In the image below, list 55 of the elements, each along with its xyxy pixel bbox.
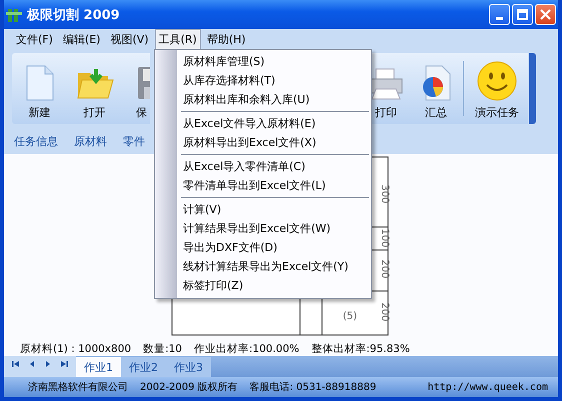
triangle-left-icon xyxy=(28,360,36,368)
document-icon xyxy=(24,65,54,102)
toolbar-button[interactable]: 汇总 xyxy=(411,53,461,124)
menu-item[interactable]: 帮助(H) xyxy=(202,29,250,50)
menu-entry[interactable]: 从库存选择材料(T) xyxy=(179,71,369,90)
menu-entry[interactable]: 计算(V) xyxy=(179,200,369,219)
app-icon xyxy=(6,6,22,23)
menu-entry[interactable]: 原材料导出到Excel文件(X) xyxy=(179,133,369,152)
chart-document-icon xyxy=(420,65,452,102)
toolbar-button[interactable]: 演示任务 xyxy=(466,53,528,124)
menu-entry[interactable]: 从Excel导入零件清单(C) xyxy=(179,157,369,176)
menu-entry[interactable]: 从Excel文件导入原材料(E) xyxy=(179,114,369,133)
skip-forward-icon xyxy=(60,360,68,368)
menu-entry[interactable]: 导出为DXF文件(D) xyxy=(179,238,369,257)
menu-entry[interactable]: 原材料库管理(S) xyxy=(179,52,369,71)
menu-item[interactable]: 编辑(E) xyxy=(58,29,104,50)
status-text: http://www.queek.com xyxy=(428,382,548,393)
close-button[interactable] xyxy=(535,4,556,26)
dimension-label: 200 xyxy=(379,302,390,322)
minimize-button[interactable] xyxy=(489,4,510,26)
part-label: (5) xyxy=(342,310,358,322)
menu-entry[interactable]: 标签打印(Z) xyxy=(179,276,369,295)
dimension-label: 200 xyxy=(379,259,390,278)
menu-item[interactable]: 视图(V) xyxy=(106,29,153,50)
skip-back-icon xyxy=(12,360,20,368)
toolbar-button[interactable]: 打开 xyxy=(67,53,122,124)
menu-item[interactable]: 工具(R) xyxy=(154,29,201,50)
window-title: 极限切割 2009 xyxy=(27,6,120,24)
menu-entry[interactable]: 原材料出库和余料入库(U) xyxy=(179,90,369,109)
triangle-right-icon xyxy=(44,360,52,368)
dimension-label: 100 xyxy=(379,228,390,248)
summary-text: 作业出材率:100.00% xyxy=(194,342,300,356)
dimension-label: 300 xyxy=(379,184,390,204)
sheet-tab[interactable]: 作业1 xyxy=(76,357,121,378)
menu-entry[interactable]: 零件清单导出到Excel文件(L) xyxy=(179,176,369,195)
menu-entry[interactable]: 计算结果导出到Excel文件(W) xyxy=(179,219,369,238)
status-text: 2002-2009 版权所有 xyxy=(140,380,238,394)
task-tab[interactable]: 零件 xyxy=(117,134,151,150)
minimize-icon xyxy=(496,16,503,20)
maximize-icon xyxy=(517,9,528,20)
task-tab[interactable]: 原材料 xyxy=(68,134,113,150)
summary-text: 原材料(1) : 1000x800 xyxy=(20,342,132,356)
menu-item[interactable]: 文件(F) xyxy=(12,29,57,50)
status-text: 客服电话: 0531-88918889 xyxy=(250,380,376,394)
menu-entry[interactable]: 线材计算结果导出为Excel文件(Y) xyxy=(179,257,369,276)
smiley-icon xyxy=(477,61,517,102)
close-icon xyxy=(540,9,551,20)
task-tab[interactable]: 任务信息 xyxy=(8,134,64,150)
status-text: 济南黑格软件有限公司 xyxy=(28,380,128,394)
sheet-tab[interactable]: 作业2 xyxy=(121,357,166,378)
summary-text: 整体出材率:95.83% xyxy=(311,342,410,356)
maximize-button[interactable] xyxy=(512,4,533,26)
summary-text: 数量:10 xyxy=(143,342,182,356)
toolbar-button[interactable]: 新建 xyxy=(12,53,67,124)
sheet-tab[interactable]: 作业3 xyxy=(166,357,211,378)
